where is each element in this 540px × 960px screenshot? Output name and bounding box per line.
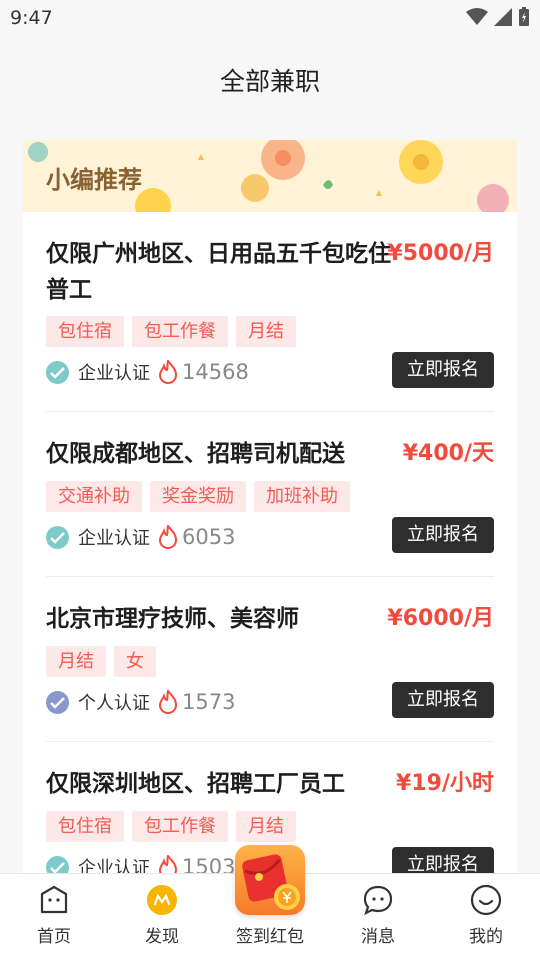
cert-label: 个人认证 [78, 693, 150, 714]
view-count: 14568 [182, 360, 249, 384]
job-salary: ¥19/小时 [396, 771, 494, 796]
job-tag: 月结 [46, 646, 106, 677]
job-tag: 包工作餐 [132, 316, 228, 347]
fire-icon [158, 525, 178, 549]
job-tag: 加班补助 [254, 481, 350, 512]
job-meta: 企业认证 14568 [46, 359, 249, 385]
status-icons [466, 7, 530, 27]
profile-smile-icon [470, 884, 502, 916]
check-badge-icon [46, 360, 69, 384]
job-list-card: 小编推荐 仅限广州地区、日用品五千包吃住普工 ¥5000/月 包住宿 包工作餐 … [23, 140, 517, 874]
check-badge-icon [46, 855, 69, 874]
tab-discover[interactable]: 发现 [108, 874, 216, 960]
tab-profile[interactable]: 我的 [432, 874, 540, 960]
home-face-icon [40, 885, 68, 914]
job-tag: 包工作餐 [132, 811, 228, 842]
red-envelope-icon [242, 854, 300, 910]
job-tags: 交通补助 奖金奖励 加班补助 [46, 481, 350, 512]
red-envelope-button[interactable] [235, 845, 305, 915]
apply-button[interactable]: 立即报名 [392, 847, 494, 874]
apply-button[interactable]: 立即报名 [392, 517, 494, 553]
battery-icon [519, 7, 529, 26]
cert-label: 企业认证 [78, 363, 150, 384]
fire-icon [158, 360, 178, 384]
job-tag: 包住宿 [46, 316, 124, 347]
job-title[interactable]: 仅限深圳地区、招聘工厂员工 [46, 766, 391, 802]
job-salary: ¥6000/月 [387, 606, 494, 631]
tab-label: 消息 [361, 927, 395, 947]
tab-messages[interactable]: 消息 [324, 874, 432, 960]
banner-title: 小编推荐 [46, 166, 142, 194]
view-count: 1503 [182, 855, 236, 874]
check-badge-icon [46, 690, 69, 714]
tab-label: 发现 [145, 927, 179, 947]
job-tags: 包住宿 包工作餐 月结 [46, 811, 296, 842]
apply-button[interactable]: 立即报名 [392, 682, 494, 718]
job-item[interactable]: 北京市理疗技师、美容师 ¥6000/月 月结 女 个人认证 1573 立即报名 [46, 577, 494, 742]
job-tag: 奖金奖励 [150, 481, 246, 512]
tab-label: 签到红包 [236, 927, 304, 947]
cert-label: 企业认证 [78, 858, 150, 874]
job-tag: 交通补助 [46, 481, 142, 512]
job-salary: ¥400/天 [402, 441, 494, 466]
job-title[interactable]: 北京市理疗技师、美容师 [46, 601, 391, 637]
status-bar: 9:47 [0, 0, 540, 36]
job-title[interactable]: 仅限广州地区、日用品五千包吃住普工 [46, 236, 391, 308]
status-time: 9:47 [10, 7, 53, 29]
signal-icon [494, 8, 512, 26]
view-count: 6053 [182, 525, 236, 549]
view-count: 1573 [182, 690, 236, 714]
fire-icon [158, 690, 178, 714]
page-title: 全部兼职 [219, 67, 320, 96]
tab-label: 我的 [469, 927, 503, 947]
wifi-icon [466, 8, 488, 25]
job-tag: 女 [114, 646, 156, 677]
job-meta: 个人认证 1573 [46, 689, 235, 715]
job-title[interactable]: 仅限成都地区、招聘司机配送 [46, 436, 391, 472]
job-tag: 包住宿 [46, 811, 124, 842]
tab-label: 首页 [37, 927, 71, 947]
job-tags: 包住宿 包工作餐 月结 [46, 316, 296, 347]
message-bubble-icon [363, 885, 393, 916]
job-meta: 企业认证 1503 [46, 854, 235, 874]
job-salary: ¥5000/月 [387, 241, 494, 266]
job-item[interactable]: 仅限广州地区、日用品五千包吃住普工 ¥5000/月 包住宿 包工作餐 月结 企业… [46, 212, 494, 412]
job-tags: 月结 女 [46, 646, 156, 677]
job-item[interactable]: 仅限成都地区、招聘司机配送 ¥400/天 交通补助 奖金奖励 加班补助 企业认证… [46, 412, 494, 577]
job-tag: 月结 [236, 316, 296, 347]
cert-label: 企业认证 [78, 528, 150, 549]
check-badge-icon [46, 525, 69, 549]
discover-icon [147, 885, 177, 915]
fire-icon [158, 855, 178, 874]
apply-button[interactable]: 立即报名 [392, 352, 494, 388]
job-meta: 企业认证 6053 [46, 524, 235, 550]
tab-home[interactable]: 首页 [0, 874, 108, 960]
job-tag: 月结 [236, 811, 296, 842]
recommend-banner: 小编推荐 [23, 140, 517, 212]
